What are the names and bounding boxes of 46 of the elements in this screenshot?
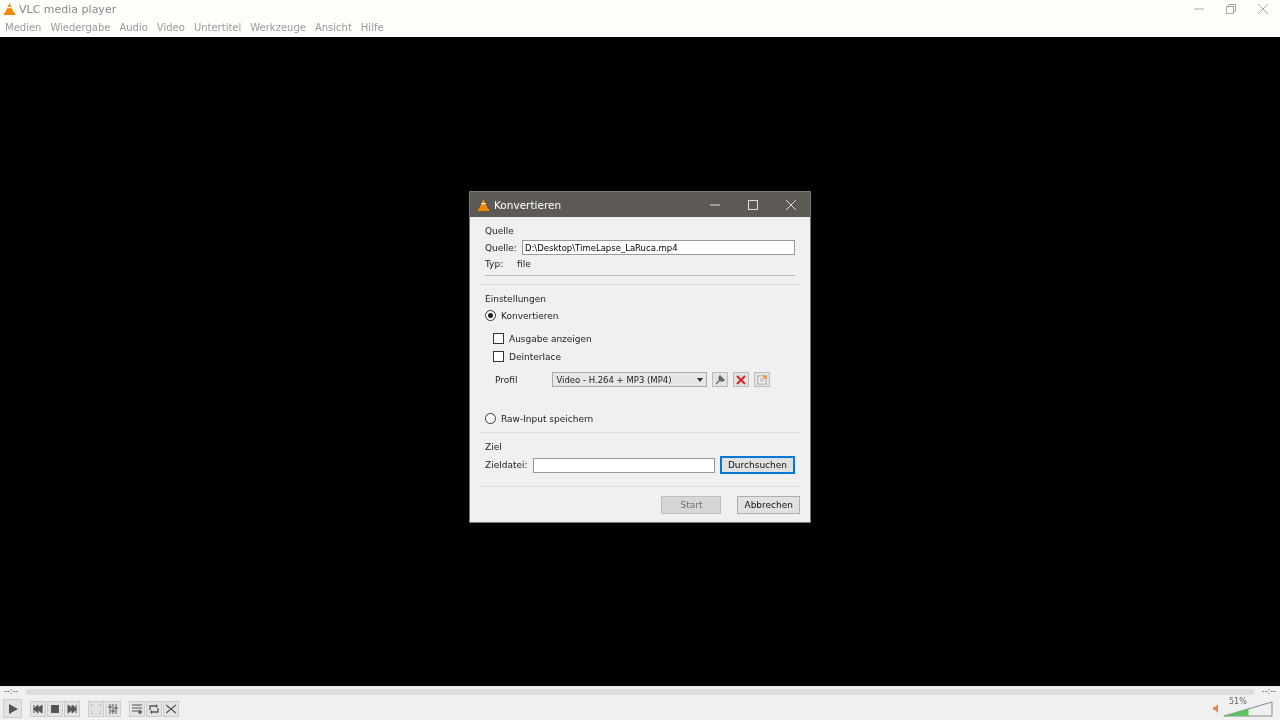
equalizer-icon[interactable]: [105, 700, 121, 717]
group-heading: Quelle: [485, 226, 515, 236]
checkbox-label: Deinterlace: [509, 351, 561, 362]
play-icon[interactable]: [3, 699, 22, 718]
stop-icon[interactable]: [47, 700, 63, 717]
next-icon[interactable]: [64, 700, 80, 717]
field-label: Profil: [495, 374, 518, 385]
radio-button[interactable]: [485, 310, 496, 321]
menu-item[interactable]: Wiedergabe: [50, 22, 111, 33]
menu-item[interactable]: Ansicht: [314, 22, 352, 33]
checkbox[interactable]: [493, 333, 504, 344]
maximize-icon[interactable]: [748, 199, 758, 210]
source-field[interactable]: D:\Desktop\TimeLapse_LaRuca.mp4: [521, 240, 795, 255]
menu-item[interactable]: Hilfe: [360, 22, 384, 33]
dialog-title: Konvertieren: [494, 198, 562, 211]
radio-button[interactable]: [485, 413, 496, 424]
target-file-field[interactable]: [532, 457, 715, 473]
group-heading: Ziel: [485, 442, 503, 452]
loop-icon[interactable]: [146, 700, 162, 717]
browse-button[interactable]: Durchsuchen: [719, 456, 795, 474]
traffic-cone-icon: [478, 198, 489, 211]
menu-item[interactable]: Medien: [5, 22, 42, 33]
menu-item[interactable]: Video: [156, 22, 185, 33]
field-label: Quelle:: [485, 242, 517, 253]
traffic-cone-icon: [4, 3, 15, 15]
field-label: Zieldatei:: [485, 460, 528, 470]
radio-label: Konvertieren: [501, 310, 559, 321]
profile-dropdown[interactable]: Video - H.264 + MP3 (MP4): [552, 372, 708, 387]
delete-icon[interactable]: [733, 372, 750, 387]
checkbox-label: Ausgabe anzeigen: [509, 333, 592, 344]
field-label: Typ:: [485, 259, 505, 269]
previous-icon[interactable]: [30, 700, 46, 717]
cancel-button[interactable]: Abbrechen: [737, 496, 800, 514]
group-heading: Einstellungen: [485, 294, 547, 304]
checkbox[interactable]: [493, 351, 504, 362]
elapsed-time: --:--: [4, 687, 19, 696]
menu-item[interactable]: Werkzeuge: [250, 22, 306, 33]
window-title: VLC media player: [19, 2, 117, 16]
menu-item[interactable]: Untertitel: [193, 22, 242, 33]
playlist-icon[interactable]: [129, 700, 145, 717]
type-value: file: [517, 259, 531, 269]
remaining-time: --:--: [1261, 687, 1276, 696]
menu-item[interactable]: Audio: [119, 22, 148, 33]
wrench-icon[interactable]: [712, 372, 729, 387]
dropdown-arrow-icon: [697, 377, 704, 382]
radio-label: Raw-Input speichern: [501, 413, 594, 424]
